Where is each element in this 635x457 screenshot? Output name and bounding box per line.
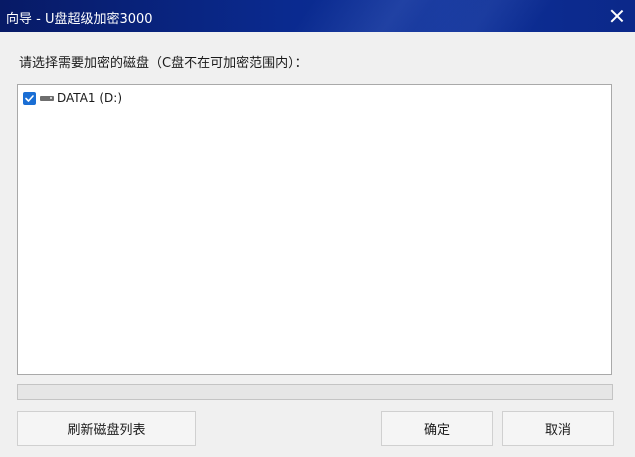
drive-icon <box>40 95 54 101</box>
window-title: 向导 - U盘超级加密3000 <box>6 12 153 27</box>
close-icon[interactable] <box>607 6 627 26</box>
disk-select-prompt: 请选择需要加密的磁盘（C盘不在可加密范围内）： <box>19 56 308 71</box>
disk-checkbox[interactable] <box>23 91 36 105</box>
refresh-disk-list-button[interactable]: 刷新磁盘列表 <box>17 411 196 446</box>
disk-list[interactable]: DATA1 (D:) <box>17 84 612 375</box>
ok-button[interactable]: 确定 <box>381 411 493 446</box>
title-bar: 向导 - U盘超级加密3000 <box>0 0 635 32</box>
checkmark-icon <box>25 94 34 102</box>
disk-label: DATA1 (D:) <box>57 91 123 105</box>
progress-bar <box>17 384 613 400</box>
cancel-button[interactable]: 取消 <box>502 411 614 446</box>
list-item[interactable]: DATA1 (D:) <box>23 90 122 106</box>
